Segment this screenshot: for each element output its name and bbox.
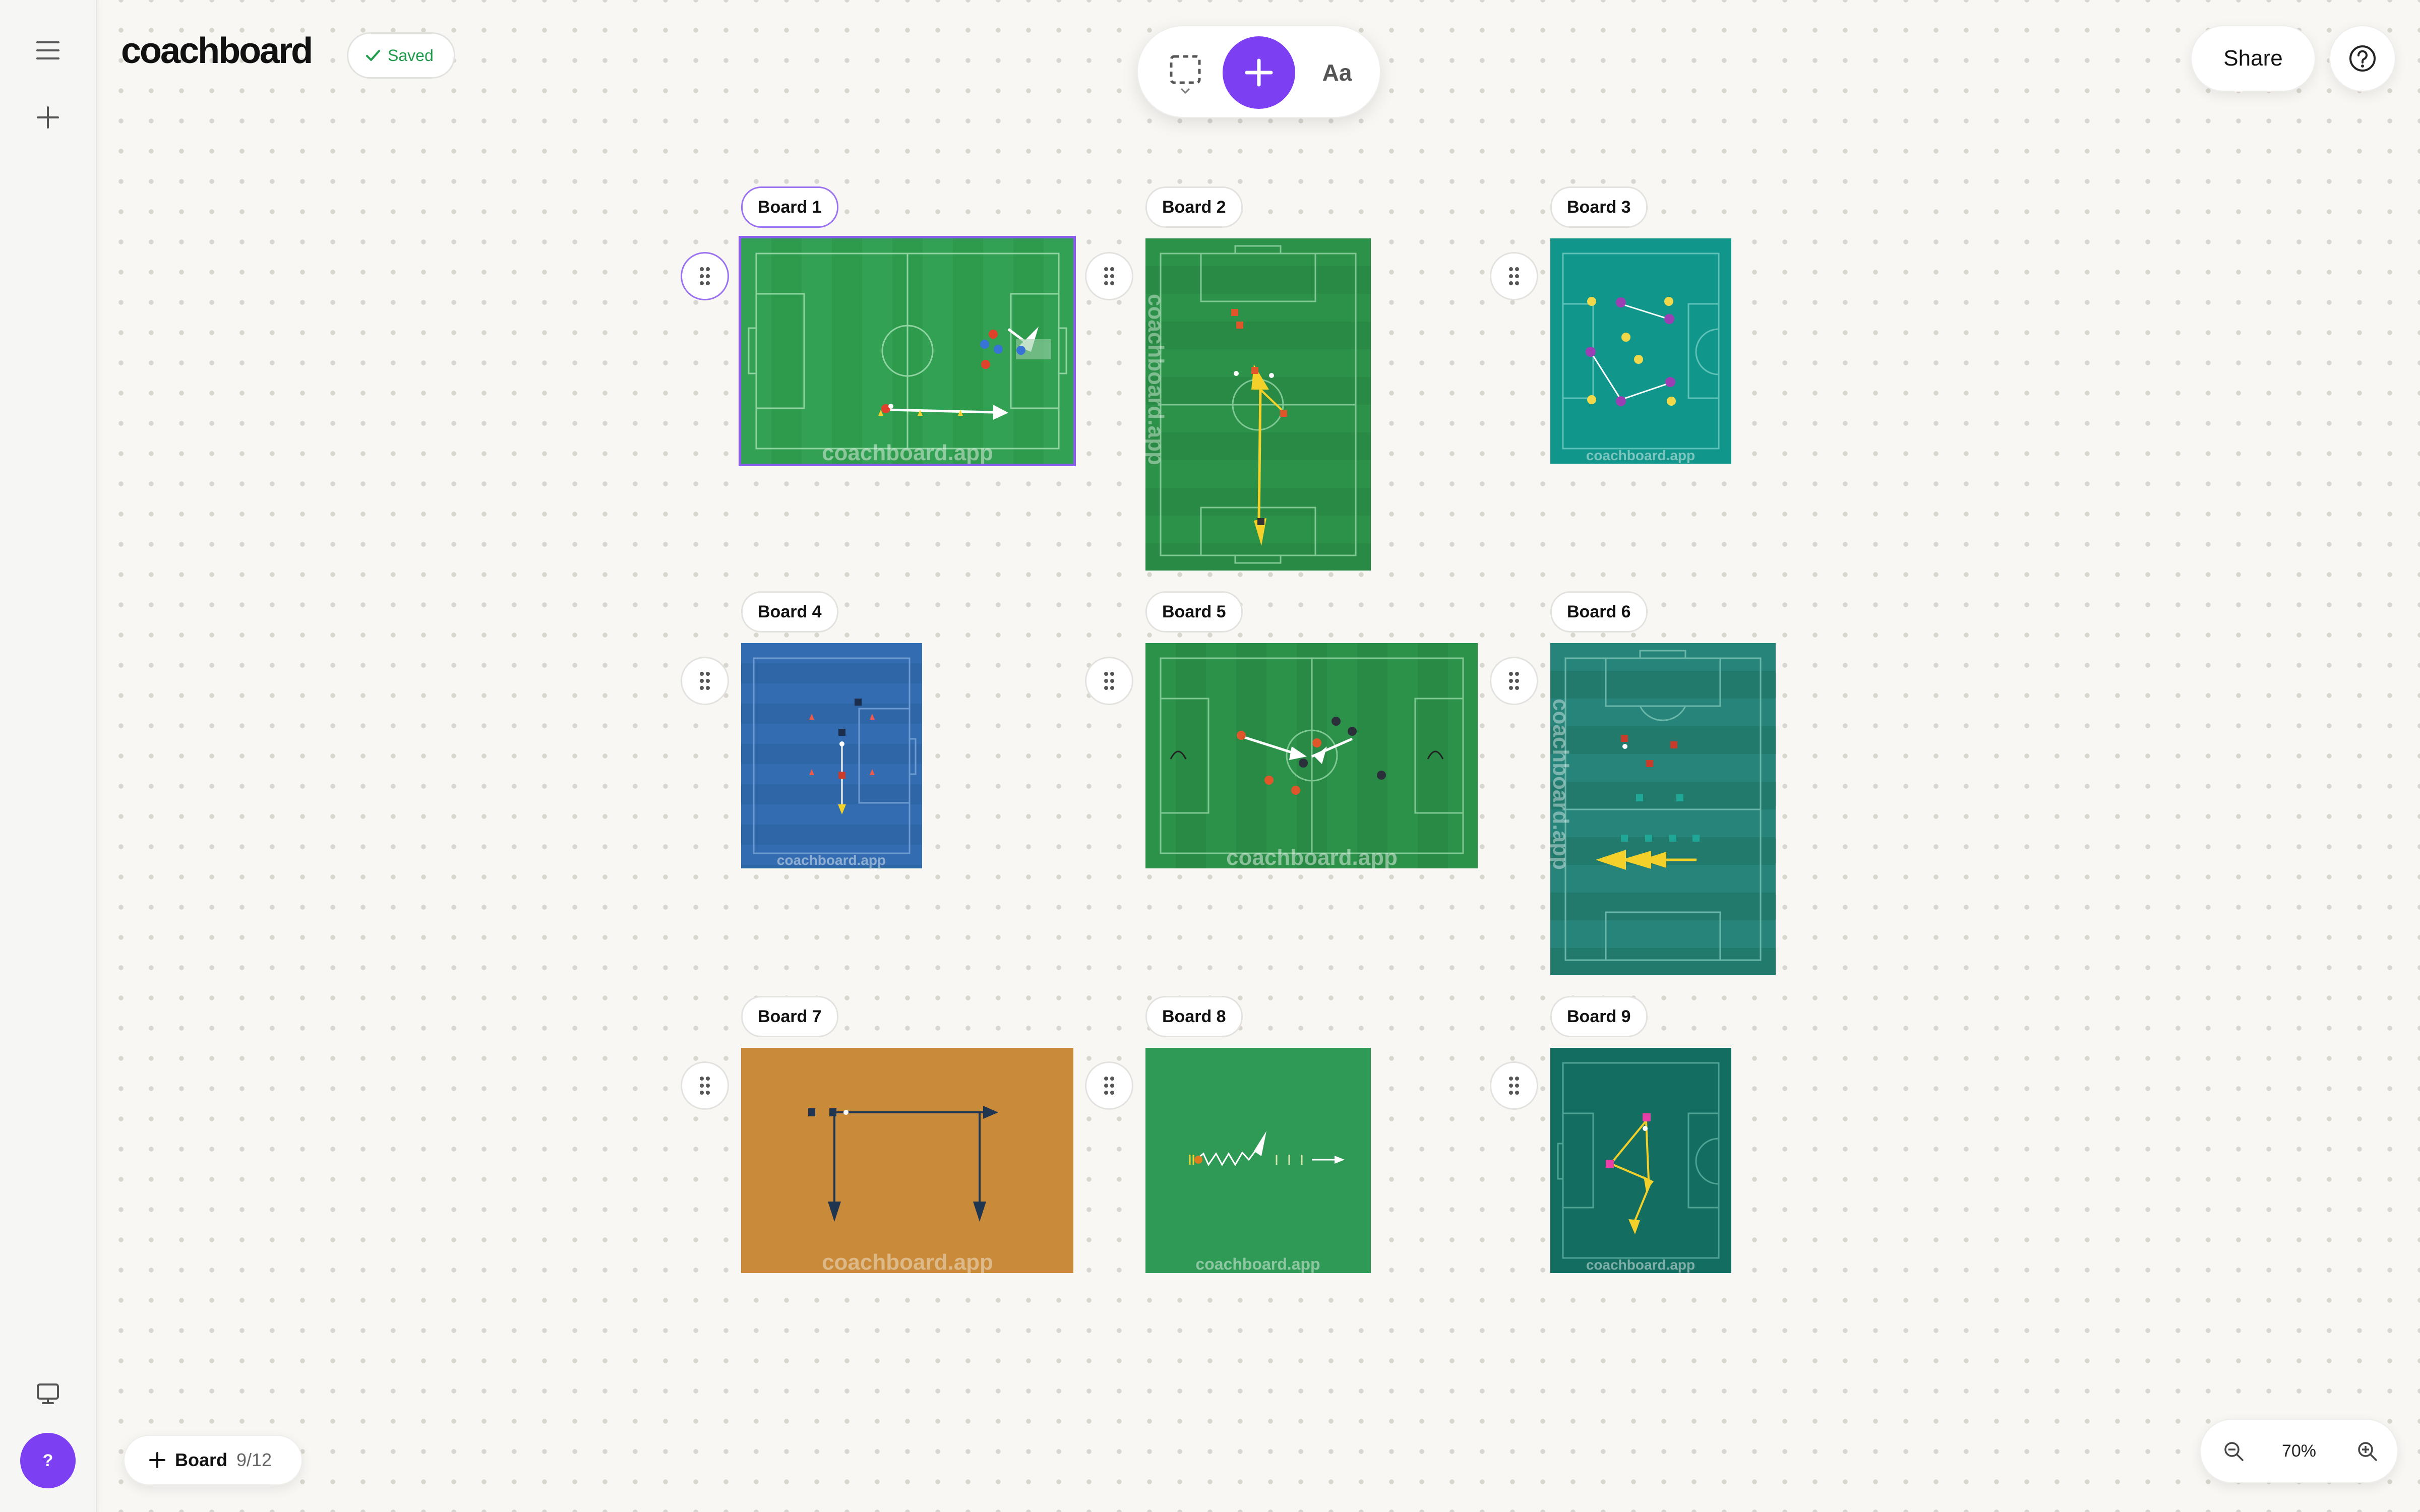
add-element-button[interactable] xyxy=(1223,36,1295,109)
board-label-4[interactable]: Board 4 xyxy=(741,591,838,633)
board-7-watermark: coachboard.app xyxy=(822,1250,993,1273)
drag-handle-icon[interactable] xyxy=(1490,1061,1538,1110)
drag-handle-icon[interactable] xyxy=(1085,657,1133,705)
board-2-pitch[interactable]: coachboard.app xyxy=(1145,238,1371,571)
board-1-pitch[interactable]: coachboard.app xyxy=(739,236,1076,466)
zoom-in-icon[interactable] xyxy=(2349,1433,2385,1469)
board-9-pitch[interactable]: coachboard.app xyxy=(1550,1048,1731,1273)
board-label-5[interactable]: Board 5 xyxy=(1145,591,1243,633)
drag-handle-icon[interactable] xyxy=(681,657,729,705)
saved-badge: Saved xyxy=(347,32,455,79)
menu-icon[interactable] xyxy=(25,28,71,73)
board-label-8[interactable]: Board 8 xyxy=(1145,996,1243,1037)
board-label-9[interactable]: Board 9 xyxy=(1550,996,1648,1037)
help-chat-label: ? xyxy=(42,1451,53,1470)
board-5-watermark: coachboard.app xyxy=(1226,845,1398,868)
board-1-watermark: coachboard.app xyxy=(822,440,993,464)
board-3-watermark: coachboard.app xyxy=(1586,448,1695,463)
board-label-2[interactable]: Board 2 xyxy=(1145,186,1243,228)
board-7-pitch[interactable]: coachboard.app xyxy=(741,1048,1073,1273)
board-8-pitch[interactable]: coachboard.app xyxy=(1145,1048,1371,1273)
zoom-out-icon[interactable] xyxy=(2216,1433,2251,1469)
main-toolbar: Aa xyxy=(1137,25,1381,118)
board-8-watermark: coachboard.app xyxy=(1195,1255,1320,1273)
board-6-pitch[interactable]: coachboard.app xyxy=(1550,643,1776,975)
board-label-1[interactable]: Board 1 xyxy=(741,186,838,228)
help-chat-button[interactable]: ? xyxy=(20,1433,76,1488)
zoom-level: 70% xyxy=(2281,1441,2317,1461)
plus-icon xyxy=(1245,58,1273,87)
sidebar: ? xyxy=(0,0,97,1512)
drag-handle-icon[interactable] xyxy=(1085,1061,1133,1110)
select-tool-icon[interactable] xyxy=(1166,52,1206,94)
plus-icon xyxy=(149,1452,165,1468)
board-2-watermark: coachboard.app xyxy=(1145,294,1168,465)
add-board-button[interactable]: Board 9/12 xyxy=(124,1435,302,1485)
board-4-pitch[interactable]: coachboard.app xyxy=(741,643,922,868)
board-6-watermark: coachboard.app xyxy=(1550,699,1573,870)
app-logo[interactable]: coachboard xyxy=(121,30,313,72)
board-label-3[interactable]: Board 3 xyxy=(1550,186,1648,228)
drag-handle-icon[interactable] xyxy=(681,1061,729,1110)
drag-handle-icon[interactable] xyxy=(1490,657,1538,705)
drag-handle-icon[interactable] xyxy=(1490,252,1538,300)
share-button[interactable]: Share xyxy=(2191,25,2316,92)
text-tool-button[interactable]: Aa xyxy=(1314,52,1360,93)
presentation-icon[interactable] xyxy=(25,1371,71,1416)
check-icon xyxy=(366,50,380,61)
board-label-7[interactable]: Board 7 xyxy=(741,996,838,1037)
board-5-pitch[interactable]: coachboard.app xyxy=(1145,643,1478,868)
add-board-label: Board xyxy=(175,1450,228,1470)
board-label-6[interactable]: Board 6 xyxy=(1550,591,1648,633)
help-icon[interactable] xyxy=(2329,25,2396,92)
board-3-pitch[interactable]: coachboard.app xyxy=(1550,238,1731,464)
zoom-control: 70% xyxy=(2200,1419,2398,1483)
drag-handle-icon[interactable] xyxy=(681,252,729,300)
add-icon[interactable] xyxy=(25,95,71,140)
drag-handle-icon[interactable] xyxy=(1085,252,1133,300)
board-4-watermark: coachboard.app xyxy=(777,852,886,868)
board-9-watermark: coachboard.app xyxy=(1586,1257,1695,1273)
board-count: 9/12 xyxy=(236,1450,272,1470)
saved-label: Saved xyxy=(388,46,434,65)
